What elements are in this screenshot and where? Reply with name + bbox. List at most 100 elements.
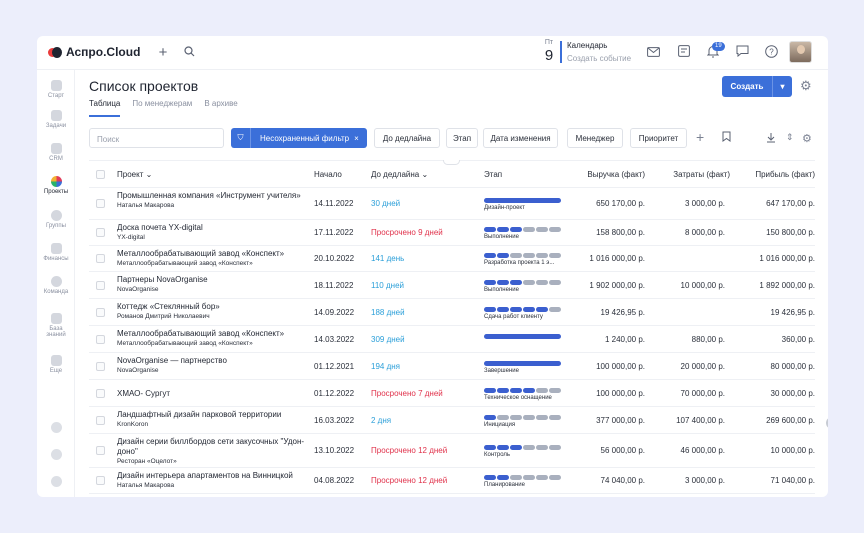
col-profit[interactable]: Прибыль (факт)	[755, 170, 815, 179]
project-cell[interactable]: Ландшафтный дизайн парковой территории Kr…	[117, 410, 307, 429]
chevron-down-icon[interactable]: ▾	[772, 76, 792, 97]
table-row[interactable]: Дизайн интерьера апартаментов на Винницк…	[89, 468, 815, 494]
top-bar: Аспро.Cloud + Пт 9 Календарь Создать соб…	[37, 36, 828, 70]
table-settings-icon[interactable]: ⚙	[802, 132, 812, 145]
tab-table[interactable]: Таблица	[89, 99, 120, 117]
download-icon[interactable]	[766, 133, 776, 146]
row-checkbox[interactable]	[96, 416, 105, 425]
row-checkbox[interactable]	[96, 389, 105, 398]
progress-segment	[484, 307, 496, 312]
table-row[interactable]: Промышленная компания «Инструмент учител…	[89, 188, 815, 220]
table-row[interactable]: NovaOrganise — партнерство NovaOrganise 01…	[89, 353, 815, 380]
collapse-icon[interactable]: ⇕	[786, 132, 794, 143]
row-checkbox[interactable]	[96, 362, 105, 371]
table-row[interactable]: Доска почета YX-digital YX-digital 17.11.2…	[89, 220, 815, 246]
help-icon[interactable]: ?	[763, 45, 779, 62]
col-project[interactable]: Проект ⌄	[117, 170, 152, 179]
scroll-right-button[interactable]: ›	[826, 417, 828, 429]
calendar-title[interactable]: Календарь	[567, 41, 607, 50]
project-cell[interactable]: Дизайн серии биллбордов сети закусочных …	[117, 437, 307, 466]
project-name[interactable]: Металлообрабатывающий завод «Конспект»	[117, 329, 284, 338]
mail-icon[interactable]	[645, 45, 661, 61]
project-name[interactable]: Промышленная компания «Инструмент учител…	[117, 191, 301, 200]
project-name[interactable]: Металлообрабатывающий завод «Конспект»	[117, 249, 284, 258]
row-checkbox[interactable]	[96, 308, 105, 317]
project-cell[interactable]: Металлообрабатывающий завод «Конспект» Ме…	[117, 249, 307, 268]
project-cell[interactable]: Металлообрабатывающий завод «Конспект» Ме…	[117, 329, 307, 348]
project-name[interactable]: Дизайн серии биллбордов сети закусочных …	[117, 437, 304, 456]
project-cell[interactable]: Партнеры NovaOrganise NovaOrganise	[117, 275, 307, 294]
chip-priority[interactable]: Приоритет	[630, 128, 687, 148]
table-row[interactable]: Металлообрабатывающий завод «Конспект» Ме…	[89, 246, 815, 272]
project-name[interactable]: Ландшафтный дизайн парковой территории	[117, 410, 281, 419]
collapse-header-button[interactable]: ⌃	[443, 160, 460, 165]
chat-icon[interactable]	[734, 45, 750, 61]
tab-by-managers[interactable]: По менеджерам	[132, 99, 192, 117]
select-all-checkbox[interactable]	[96, 170, 105, 179]
logo[interactable]: Аспро.Cloud	[48, 45, 140, 59]
project-cell[interactable]: NovaOrganise — партнерство NovaOrganise	[117, 356, 307, 375]
project-cell[interactable]: Промышленная компания «Инструмент учител…	[117, 191, 307, 210]
notes-icon[interactable]	[676, 45, 692, 61]
plus-icon[interactable]: +	[696, 129, 704, 145]
start-date: 14.11.2022	[314, 199, 354, 208]
project-cell[interactable]: Доска почета YX-digital YX-digital	[117, 223, 307, 242]
row-checkbox[interactable]	[96, 335, 105, 344]
start-date: 18.11.2022	[314, 281, 354, 290]
create-button[interactable]: Создать ▾	[722, 76, 792, 97]
col-costs[interactable]: Затраты (факт)	[673, 170, 730, 179]
sidebar-item-crm[interactable]: CRM	[37, 143, 75, 162]
project-name[interactable]: ХМАО- Сургут	[117, 389, 170, 398]
sidebar-bottom-1[interactable]	[37, 422, 75, 435]
chip-stage[interactable]: Этап	[446, 128, 478, 148]
col-deadline[interactable]: До дедлайна ⌄	[371, 170, 428, 179]
project-cell[interactable]: Дизайн интерьера апартаментов на Винницк…	[117, 471, 307, 490]
sidebar-item-finance[interactable]: Финансы	[37, 243, 75, 262]
user-avatar[interactable]	[789, 41, 812, 63]
col-start[interactable]: Начало	[314, 170, 342, 179]
sidebar-item-more[interactable]: Еще	[37, 355, 75, 374]
project-cell[interactable]: Коттедж «Стеклянный бор» Романов Дмитрий …	[117, 302, 307, 321]
row-checkbox[interactable]	[96, 476, 105, 485]
chip-deadline[interactable]: До дедлайна	[374, 128, 440, 148]
project-name[interactable]: NovaOrganise — партнерство	[117, 356, 227, 365]
table-row[interactable]: Ландшафтный дизайн парковой территории Kr…	[89, 407, 815, 434]
search-icon[interactable]	[181, 45, 197, 61]
table-row[interactable]: Металлообрабатывающий завод «Конспект» Ме…	[89, 326, 815, 353]
table-row[interactable]: ХМАО- Сургут 01.12.2022 Просрочено 7 дней Т…	[89, 380, 815, 407]
chip-date-changed[interactable]: Дата изменения	[483, 128, 558, 148]
calendar-date[interactable]: Пт 9	[542, 39, 556, 64]
chip-manager[interactable]: Менеджер	[567, 128, 623, 148]
create-event-link[interactable]: Создать событие	[567, 54, 631, 63]
project-name[interactable]: Дизайн интерьера апартаментов на Винницк…	[117, 471, 293, 480]
sidebar-item-tasks[interactable]: Задачи	[37, 110, 75, 129]
row-checkbox[interactable]	[96, 228, 105, 237]
row-checkbox[interactable]	[96, 281, 105, 290]
row-checkbox[interactable]	[96, 446, 105, 455]
sidebar-item-start[interactable]: Старт	[37, 80, 75, 99]
table-row[interactable]: Партнеры NovaOrganise NovaOrganise 18.11.2…	[89, 272, 815, 299]
table-row[interactable]: Дизайн серии биллбордов сети закусочных …	[89, 434, 815, 468]
row-checkbox[interactable]	[96, 199, 105, 208]
sidebar-item-knowledge[interactable]: База знаний	[37, 313, 75, 338]
row-checkbox[interactable]	[96, 254, 105, 263]
project-cell[interactable]: ХМАО- Сургут	[117, 389, 307, 399]
project-name[interactable]: Коттедж «Стеклянный бор»	[117, 302, 220, 311]
active-filter[interactable]: ⛉ Несохраненный фильтр ×	[231, 128, 367, 148]
table-row[interactable]: Коттедж «Стеклянный бор» Романов Дмитрий …	[89, 299, 815, 326]
gear-icon[interactable]: ⚙	[800, 78, 812, 94]
project-name[interactable]: Партнеры NovaOrganise	[117, 275, 208, 284]
sidebar-bottom-3[interactable]	[37, 476, 75, 489]
sidebar-item-projects[interactable]: Проекты	[37, 176, 75, 195]
plus-icon[interactable]: +	[155, 45, 171, 61]
project-name[interactable]: Доска почета YX-digital	[117, 223, 203, 232]
bookmark-icon[interactable]	[722, 131, 731, 145]
col-revenue[interactable]: Выручка (факт)	[587, 170, 645, 179]
sidebar-item-groups[interactable]: Группы	[37, 210, 75, 229]
col-stage[interactable]: Этап	[484, 170, 502, 179]
sidebar-item-team[interactable]: Команда	[37, 276, 75, 295]
search-input[interactable]: Поиск	[89, 128, 224, 148]
close-icon[interactable]: ×	[354, 134, 359, 143]
sidebar-bottom-2[interactable]	[37, 449, 75, 462]
tab-archive[interactable]: В архиве	[204, 99, 237, 117]
